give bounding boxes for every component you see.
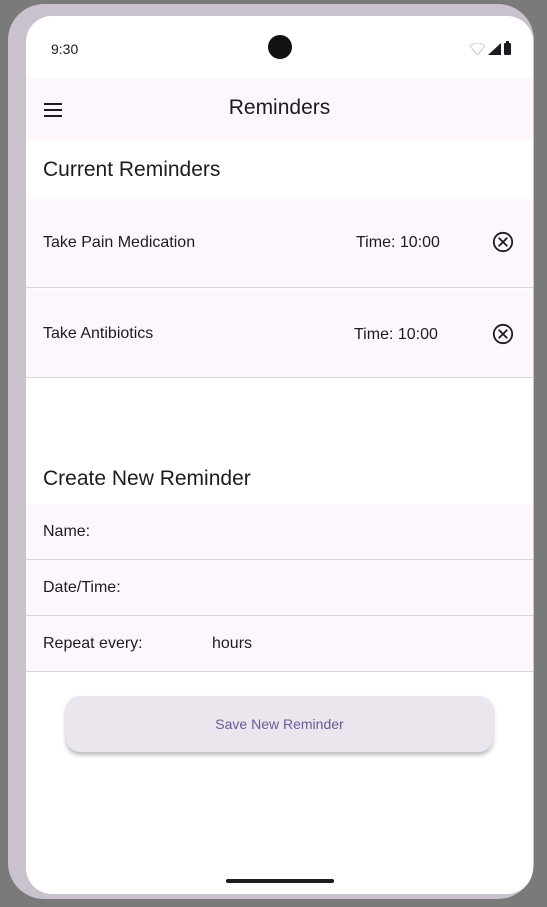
save-new-reminder-button[interactable]: Save New Reminder (66, 696, 493, 752)
device-frame: 9:30 Reminders Current Reminders Take Pa… (8, 4, 534, 899)
name-row: Name: (26, 504, 533, 560)
reminder-name: Take Pain Medication (43, 234, 196, 251)
name-label: Name: (43, 523, 91, 540)
top-app-bar: Reminders (26, 78, 533, 140)
phone-screen: 9:30 Reminders Current Reminders Take Pa… (26, 16, 533, 894)
repeat-unit-label: hours (212, 635, 253, 652)
repeat-label: Repeat every: (43, 635, 143, 652)
reminder-time: Time: 10:00 (354, 326, 438, 343)
datetime-label: Date/Time: (43, 579, 121, 596)
datetime-row: Date/Time: (26, 560, 533, 616)
battery-icon (504, 41, 511, 55)
reminder-time: Time: 10:00 (356, 234, 440, 251)
status-icons (470, 41, 511, 55)
cellular-signal-icon (488, 43, 501, 55)
reminder-name: Take Antibiotics (43, 325, 154, 342)
reminder-row: Take Pain Medication Time: 10:00 (26, 199, 533, 288)
repeat-hours-input[interactable] (152, 628, 212, 660)
datetime-input[interactable] (132, 572, 522, 604)
wifi-icon (470, 43, 485, 55)
front-camera (268, 35, 292, 59)
remove-reminder-button[interactable] (492, 231, 514, 253)
home-indicator[interactable] (226, 879, 334, 883)
remove-reminder-button[interactable] (492, 323, 514, 345)
create-reminder-heading: Create New Reminder (43, 467, 251, 490)
name-input[interactable] (98, 516, 522, 548)
current-reminders-heading: Current Reminders (43, 158, 221, 181)
status-time: 9:30 (51, 41, 79, 57)
repeat-row: Repeat every: hours (26, 616, 533, 672)
status-bar: 9:30 (26, 16, 533, 78)
app-title: Reminders (228, 96, 331, 119)
reminder-row: Take Antibiotics Time: 10:00 (26, 289, 533, 378)
